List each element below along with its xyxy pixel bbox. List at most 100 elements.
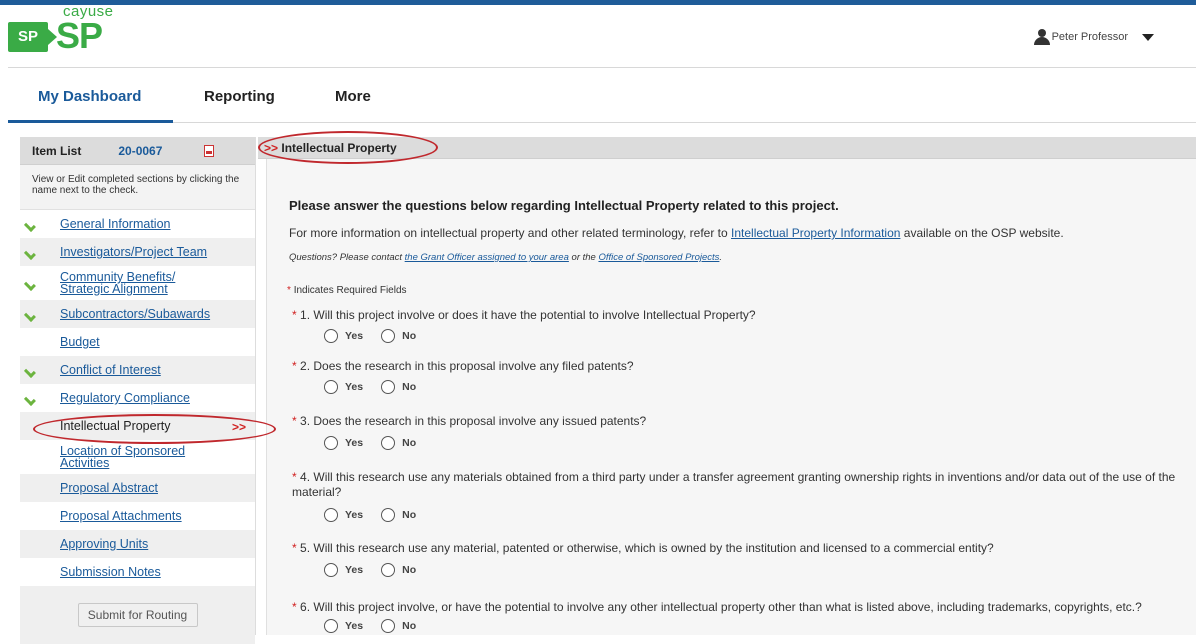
question-4-options: Yes No xyxy=(324,508,416,522)
q1-yes-radio[interactable] xyxy=(324,329,338,343)
sidebar-item-regulatory-compliance[interactable]: Regulatory Compliance xyxy=(20,384,255,412)
sidebar-item-label[interactable]: Budget xyxy=(60,336,100,349)
sidebar-item-conflict-of-interest[interactable]: Conflict of Interest xyxy=(20,356,255,384)
checkmark-icon xyxy=(30,308,42,320)
question-4: * 4. Will this research use any material… xyxy=(292,470,1196,500)
sidebar-item-budget[interactable]: Budget xyxy=(20,328,255,356)
sidebar-item-location-of-activities[interactable]: Location of Sponsored Activities xyxy=(20,440,255,474)
sidebar-item-approving-units[interactable]: Approving Units xyxy=(20,530,255,558)
question-number: 4. xyxy=(300,470,311,484)
osp-link[interactable]: Office of Sponsored Projects xyxy=(598,252,719,263)
tab-my-dashboard[interactable]: My Dashboard xyxy=(38,88,141,105)
required-fields-note: * Indicates Required Fields xyxy=(287,285,407,296)
q6-no-radio[interactable] xyxy=(381,619,396,633)
question-text: Does the research in this proposal invol… xyxy=(313,414,647,428)
sidebar-item-proposal-attachments[interactable]: Proposal Attachments xyxy=(20,502,255,530)
question-text: Will this project involve or does it hav… xyxy=(313,308,756,322)
q5-yes-radio[interactable] xyxy=(324,563,338,577)
annotation-ellipse-heading xyxy=(258,131,438,164)
question-number: 2. xyxy=(300,359,311,373)
main-panel: >> Intellectual Property Please answer t… xyxy=(258,137,1196,635)
section-body: Please answer the questions below regard… xyxy=(266,159,1196,635)
sidebar-item-label[interactable]: Proposal Abstract xyxy=(60,482,158,495)
yes-label: Yes xyxy=(345,437,364,449)
required-star: * xyxy=(292,600,297,614)
intro-title: Please answer the questions below regard… xyxy=(289,198,839,213)
question-5-options: Yes No xyxy=(324,563,416,577)
sidebar-item-proposal-abstract[interactable]: Proposal Abstract xyxy=(20,474,255,502)
required-star: * xyxy=(292,359,297,373)
intro-text-end: available on the OSP website. xyxy=(903,226,1064,240)
sidebar-item-label[interactable]: Location of Sponsored Activities xyxy=(60,445,200,470)
sidebar-item-label[interactable]: Community Benefits/ Strategic Alignment xyxy=(60,271,190,296)
q4-no-radio[interactable] xyxy=(381,508,396,522)
question-text: Does the research in this proposal invol… xyxy=(313,359,634,373)
sidebar-item-label[interactable]: Regulatory Compliance xyxy=(60,392,190,405)
chevron-down-icon[interactable] xyxy=(1142,33,1154,41)
question-text: Will this research use any material, pat… xyxy=(313,541,994,555)
question-2-options: Yes No xyxy=(324,380,416,394)
required-star: * xyxy=(287,285,291,296)
q3-yes-radio[interactable] xyxy=(324,436,338,450)
question-text: Will this project involve, or have the p… xyxy=(313,600,1142,614)
submit-row: Submit for Routing xyxy=(20,586,255,644)
sidebar-item-general-information[interactable]: General Information xyxy=(20,210,255,238)
question-text: Will this research use any materials obt… xyxy=(292,470,1176,499)
sidebar-item-label[interactable]: Submission Notes xyxy=(60,566,161,579)
yes-label: Yes xyxy=(345,381,364,393)
item-list-sidebar: Item List 20-0067 View or Edit completed… xyxy=(20,137,256,644)
question-number: 3. xyxy=(300,414,311,428)
item-list-header: Item List 20-0067 xyxy=(20,137,255,165)
sidebar-item-submission-notes[interactable]: Submission Notes xyxy=(20,558,255,586)
q2-yes-radio[interactable] xyxy=(324,380,338,394)
cayuse-logo[interactable]: SP cayuse SP xyxy=(8,3,118,65)
intro-text: For more information on intellectual pro… xyxy=(289,226,1064,240)
ip-information-link[interactable]: Intellectual Property Information xyxy=(731,226,900,240)
q3-no-radio[interactable] xyxy=(381,436,396,450)
pdf-icon[interactable] xyxy=(204,144,215,157)
checkmark-icon xyxy=(30,392,42,404)
no-label: No xyxy=(402,437,417,449)
question-3: * 3. Does the research in this proposal … xyxy=(292,414,1196,429)
sidebar-item-investigators[interactable]: Investigators/Project Team xyxy=(20,238,255,266)
question-number: 6. xyxy=(300,600,311,614)
annotation-ellipse-sidebar xyxy=(33,414,276,444)
user-menu[interactable]: Peter Professor xyxy=(1033,29,1154,45)
checkmark-icon xyxy=(30,364,42,376)
sidebar-item-community-benefits[interactable]: Community Benefits/ Strategic Alignment xyxy=(20,266,255,300)
proposal-number[interactable]: 20-0067 xyxy=(118,144,162,158)
question-1-options: Yes No xyxy=(324,329,416,343)
sidebar-item-label[interactable]: Conflict of Interest xyxy=(60,364,161,377)
question-3-options: Yes No xyxy=(324,436,416,450)
grant-officer-link[interactable]: the Grant Officer assigned to your area xyxy=(405,252,569,263)
sidebar-item-label[interactable]: Subcontractors/Subawards xyxy=(60,308,210,321)
tab-more[interactable]: More xyxy=(335,88,371,105)
no-label: No xyxy=(402,330,417,342)
submit-for-routing-button[interactable]: Submit for Routing xyxy=(77,603,198,627)
sidebar-item-label[interactable]: General Information xyxy=(60,218,170,231)
yes-label: Yes xyxy=(345,509,364,521)
logo-brand: SP xyxy=(56,15,103,56)
contact-text-start: Questions? Please contact xyxy=(289,252,403,263)
contact-text: Questions? Please contact the Grant Offi… xyxy=(289,252,722,263)
app-header: SP cayuse SP Peter Professor xyxy=(0,3,1196,67)
q2-no-radio[interactable] xyxy=(381,380,396,394)
user-icon xyxy=(1033,29,1050,45)
contact-text-mid: or the xyxy=(571,252,596,263)
question-5: * 5. Will this research use any material… xyxy=(292,541,1196,556)
q1-no-radio[interactable] xyxy=(381,329,396,343)
user-name: Peter Professor xyxy=(1051,31,1128,43)
no-label: No xyxy=(402,381,417,393)
sidebar-item-subcontractors[interactable]: Subcontractors/Subawards xyxy=(20,300,255,328)
required-star: * xyxy=(292,414,297,428)
q4-yes-radio[interactable] xyxy=(324,508,338,522)
required-fields-text: Indicates Required Fields xyxy=(293,285,407,296)
tab-reporting[interactable]: Reporting xyxy=(204,88,275,105)
sidebar-item-label[interactable]: Approving Units xyxy=(60,538,148,551)
q5-no-radio[interactable] xyxy=(381,563,396,577)
logo-badge: SP xyxy=(8,22,57,52)
sidebar-item-label[interactable]: Proposal Attachments xyxy=(60,510,182,523)
q6-yes-radio[interactable] xyxy=(324,619,338,633)
question-1: * 1. Will this project involve or does i… xyxy=(292,308,1196,323)
sidebar-item-label[interactable]: Investigators/Project Team xyxy=(60,246,207,259)
